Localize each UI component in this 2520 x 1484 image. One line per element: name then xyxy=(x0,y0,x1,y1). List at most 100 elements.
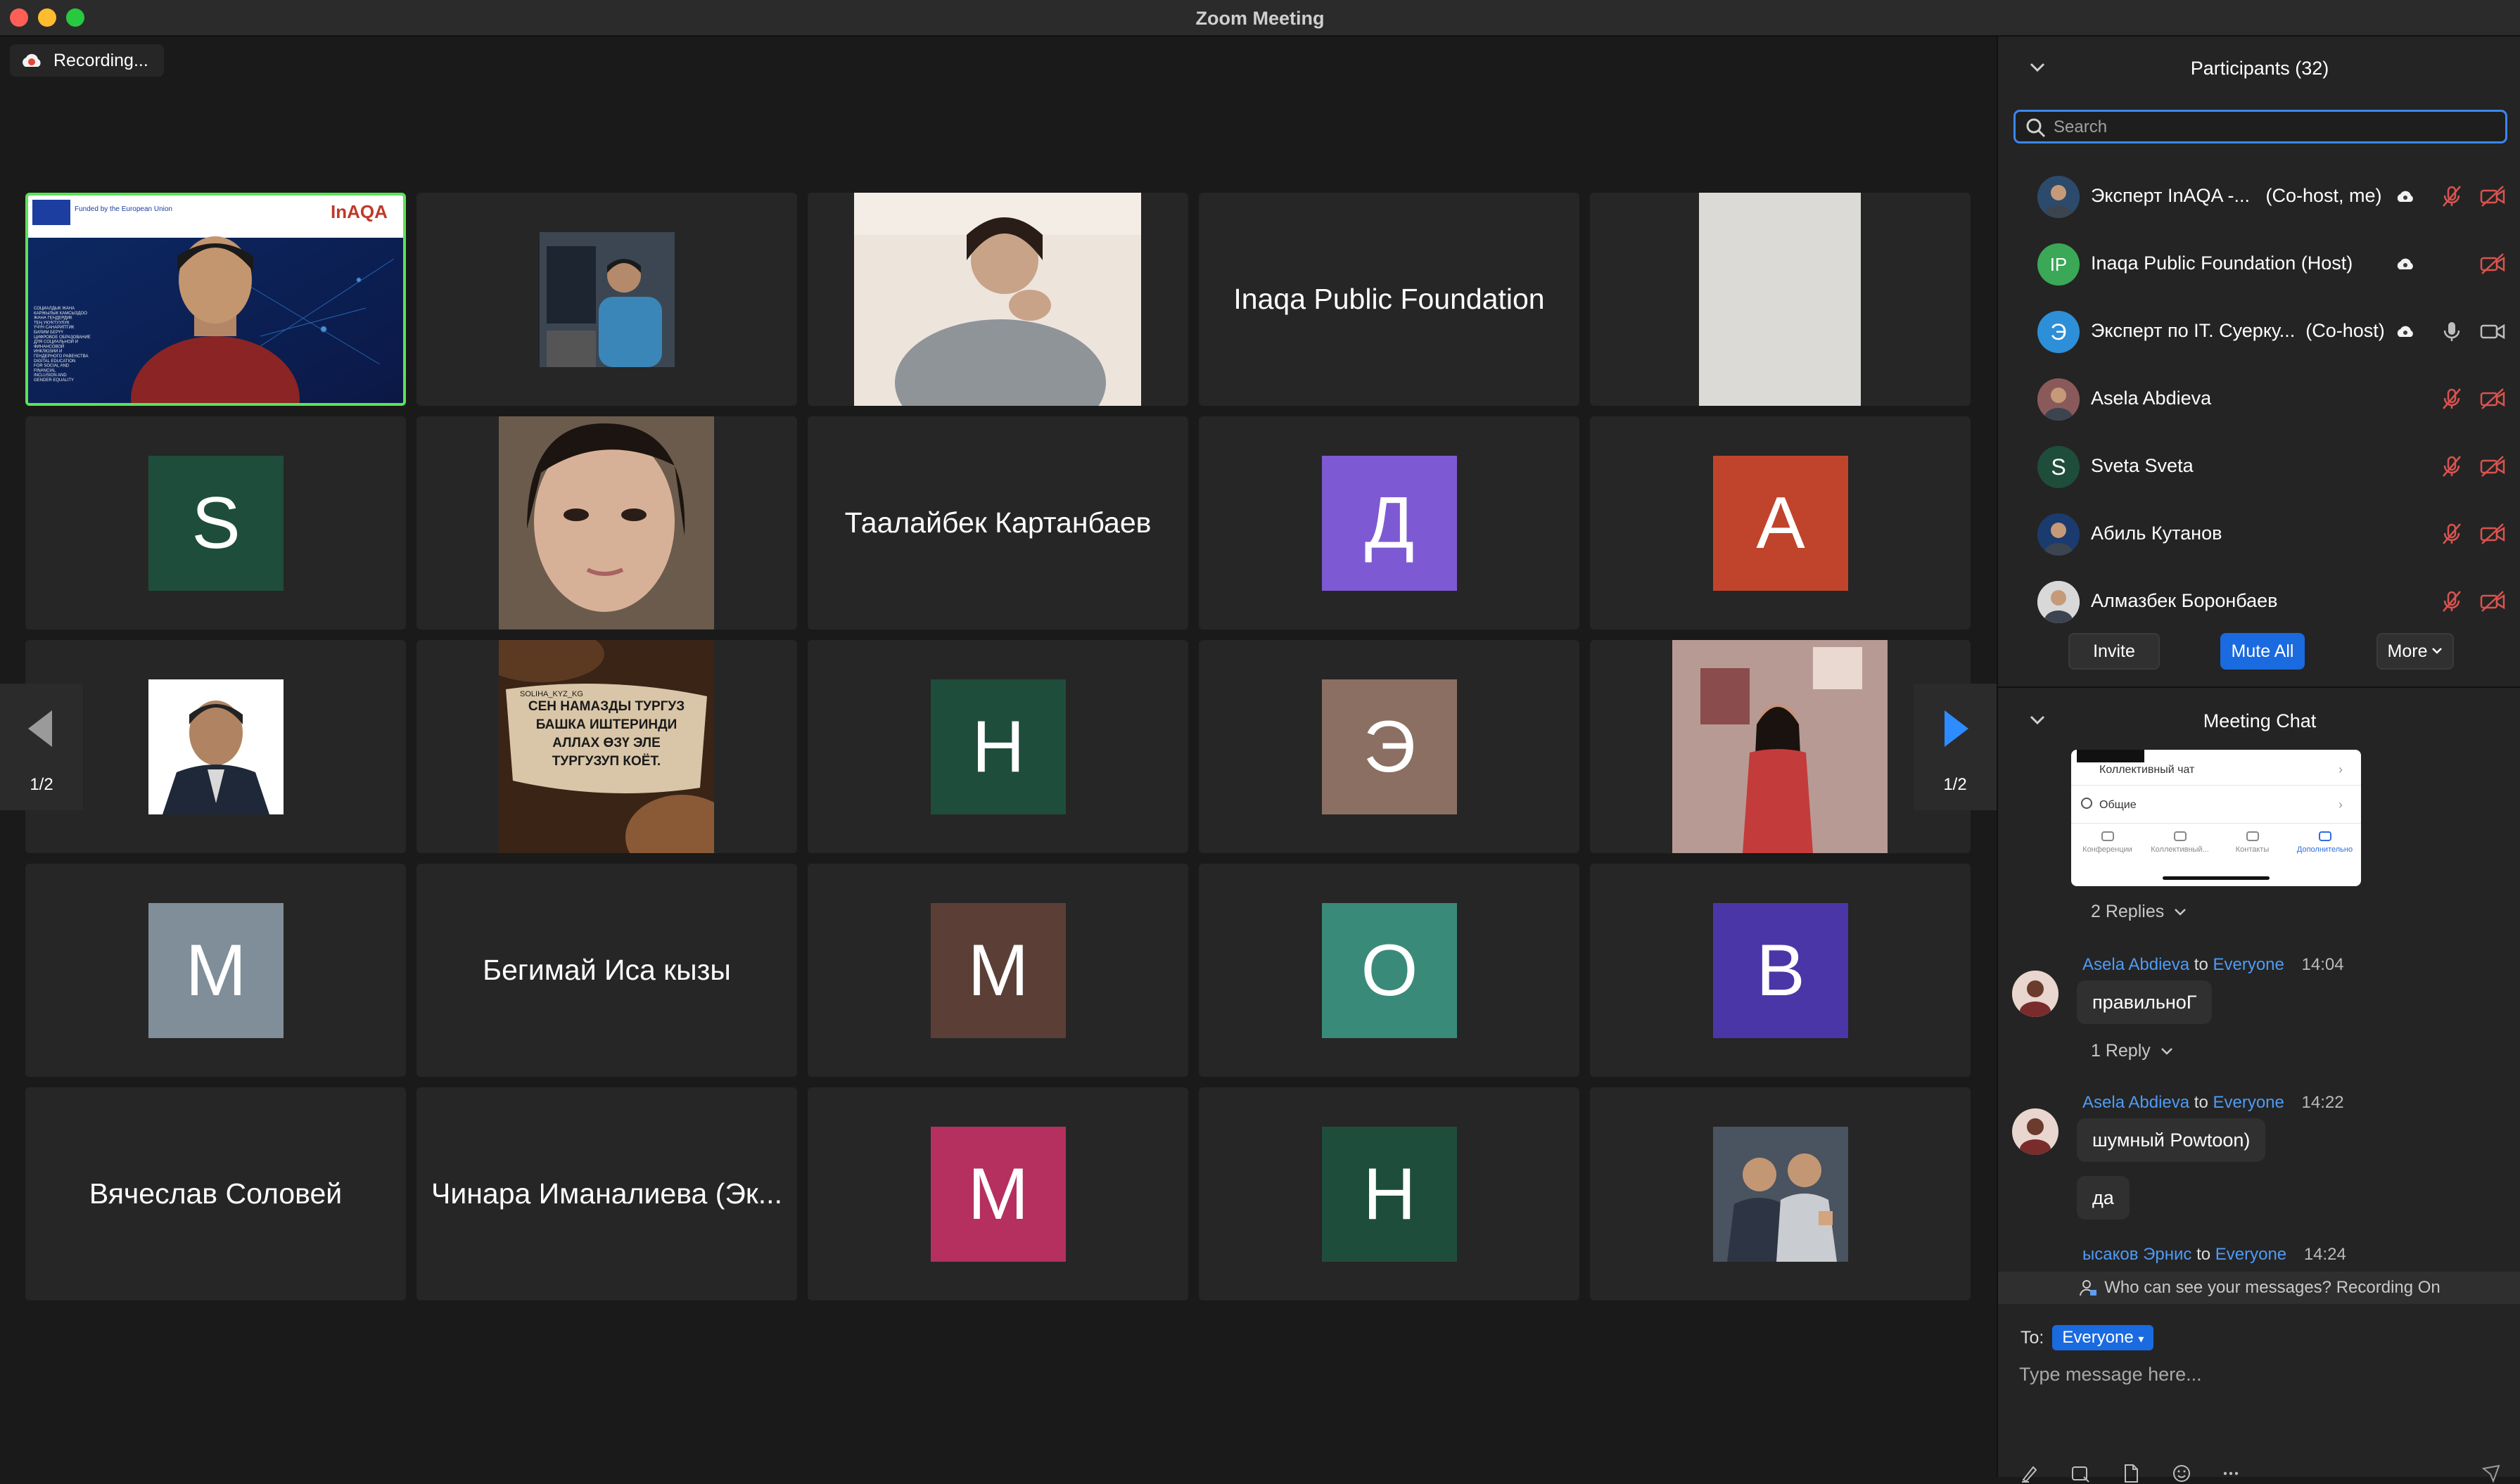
participant-tile[interactable]: А xyxy=(1590,416,1971,629)
participant-row[interactable]: Алмазбек Боронбаев xyxy=(1998,568,2520,636)
mic-muted-icon[interactable] xyxy=(2440,454,2464,482)
thread-replies-toggle[interactable]: 1 Reply xyxy=(2091,1041,2173,1061)
participant-initial-avatar: О xyxy=(1322,903,1457,1038)
participant-name: Абиль Кутанов xyxy=(2091,523,2222,544)
chevron-down-icon xyxy=(2432,648,2443,654)
participant-name: Эксперт InAQA -... (Co-host, me) xyxy=(2091,185,2382,206)
chat-avatar-asela[interactable] xyxy=(2012,971,2058,1017)
participant-row[interactable]: Э Эксперт по IT. Суерку... (Co-host) xyxy=(1998,298,2520,366)
mic-muted-icon[interactable] xyxy=(2440,387,2464,414)
screenshot-icon[interactable] xyxy=(2070,1463,2091,1484)
participant-tile-name: Inaqa Public Foundation xyxy=(1233,283,1545,315)
message-bubble[interactable]: шумный Powtoon) xyxy=(2077,1118,2266,1162)
participant-row[interactable]: Эксперт InAQA -... (Co-host, me) xyxy=(1998,163,2520,231)
participant-tile[interactable]: S xyxy=(25,416,406,629)
participant-tile[interactable] xyxy=(1590,193,1971,406)
caret-down-icon: ▾ xyxy=(2138,1333,2144,1345)
participant-tile[interactable]: О xyxy=(1199,864,1579,1077)
video-gallery: Funded by the European Union InAQA СОЦИАЛД… xyxy=(25,193,1974,1300)
slide-text: GENDER EQUALITY xyxy=(34,378,74,383)
participant-tile[interactable] xyxy=(1590,1087,1971,1300)
participant-tile[interactable]: Таалайбек Картанбаев xyxy=(808,416,1188,629)
mic-icon[interactable] xyxy=(2440,319,2464,347)
next-page-button[interactable]: 1/2 xyxy=(1914,684,1997,810)
file-icon[interactable] xyxy=(2120,1463,2142,1484)
chat-avatar-asela[interactable] xyxy=(2012,1108,2058,1155)
participant-tile[interactable]: В xyxy=(1590,864,1971,1077)
message-sender[interactable]: ыcaков Эрнис xyxy=(2082,1245,2191,1264)
privacy-text: Who can see your messages? Recording On xyxy=(2104,1278,2441,1297)
participant-tile[interactable]: Э xyxy=(1199,640,1579,853)
message-time: 14:22 xyxy=(2301,1093,2344,1112)
message-time: 14:04 xyxy=(2301,955,2344,974)
participant-initial-avatar: Э xyxy=(1322,679,1457,814)
emoji-icon[interactable] xyxy=(2171,1463,2192,1484)
chat-privacy-notice[interactable]: Who can see your messages? Recording On xyxy=(1998,1272,2520,1304)
participant-initial-avatar: М xyxy=(148,903,284,1038)
more-options-icon[interactable] xyxy=(2220,1463,2241,1484)
mic-muted-icon[interactable] xyxy=(2440,589,2464,617)
message-to-word: to xyxy=(2194,955,2208,974)
participant-tile[interactable] xyxy=(808,193,1188,406)
message-bubble[interactable]: да xyxy=(2077,1176,2130,1220)
participant-tile[interactable] xyxy=(416,193,797,406)
video-icon[interactable] xyxy=(2479,319,2506,347)
participant-row[interactable]: S Sveta Sveta xyxy=(1998,433,2520,501)
quote-caption: SOLIHA_KYZ_KG xyxy=(520,690,583,698)
thread-replies-toggle[interactable]: 2 Replies xyxy=(2091,902,2187,922)
participant-tile[interactable]: Н xyxy=(808,640,1188,853)
quote-line: ТУРГУЗУП КОЁТ. xyxy=(552,754,661,769)
image-redaction-bar xyxy=(2077,750,2144,762)
participant-avatar: IP xyxy=(2037,243,2080,286)
participant-tile[interactable]: Чинара Иманалиева (Эк... xyxy=(416,1087,797,1300)
participant-tile[interactable]: Inaqa Public Foundation xyxy=(1199,193,1579,406)
chevron-down-icon xyxy=(2175,908,2187,916)
chat-shared-image[interactable]: Коллективный чат › Общие › Конференции Ко… xyxy=(2071,750,2361,886)
message-bubble[interactable]: правильноГ xyxy=(2077,980,2213,1024)
more-button[interactable]: More xyxy=(2376,633,2454,670)
video-off-icon[interactable] xyxy=(2479,589,2506,617)
participant-tile[interactable]: М xyxy=(808,864,1188,1077)
participant-tile[interactable]: Бегимай Иса кызы xyxy=(416,864,797,1077)
active-speaker-tile[interactable]: Funded by the European Union InAQA СОЦИАЛД… xyxy=(25,193,406,406)
invite-button[interactable]: Invite xyxy=(2068,633,2160,670)
participant-tile[interactable] xyxy=(416,416,797,629)
participant-tile[interactable]: М xyxy=(808,1087,1188,1300)
participant-row[interactable]: Asela Abdieva xyxy=(1998,366,2520,433)
video-off-icon[interactable] xyxy=(2479,522,2506,549)
participant-name: Inaqa Public Foundation (Host) xyxy=(2091,252,2353,274)
send-icon[interactable] xyxy=(2481,1463,2502,1484)
format-text-icon[interactable] xyxy=(2019,1463,2040,1484)
participant-initial-avatar: А xyxy=(1713,456,1848,591)
participant-tile[interactable]: Вячеслав Соловей xyxy=(25,1087,406,1300)
speaker-video-feed: Funded by the European Union InAQA СОЦИАЛД… xyxy=(28,196,403,403)
video-off-icon[interactable] xyxy=(2479,387,2506,414)
video-off-icon[interactable] xyxy=(2479,252,2506,279)
arrow-left-icon xyxy=(28,710,52,747)
page-indicator-right: 1/2 xyxy=(1943,775,1967,794)
participant-row[interactable]: Абиль Кутанов xyxy=(1998,501,2520,568)
mic-muted-icon[interactable] xyxy=(2440,522,2464,549)
participant-search[interactable] xyxy=(2013,110,2507,143)
mic-muted-icon[interactable] xyxy=(2440,184,2464,212)
search-input[interactable] xyxy=(2054,116,2490,139)
recording-indicator[interactable]: Recording... xyxy=(10,44,164,77)
participant-tile[interactable]: SOLIHA_KYZ_KG СЕН НАМАЗДЫ ТУРГУЗ БАШКА ИШТ… xyxy=(416,640,797,853)
message-sender[interactable]: Asela Abdieva xyxy=(2082,955,2189,974)
participant-name: Эксперт по IT. Суерку... (Co-host) xyxy=(2091,320,2385,341)
participant-initial-avatar: S xyxy=(148,456,284,591)
participant-photo xyxy=(1672,640,1888,853)
mute-all-button[interactable]: Mute All xyxy=(2220,633,2305,670)
message-sender[interactable]: Asela Abdieva xyxy=(2082,1093,2189,1112)
participant-tile[interactable]: Н xyxy=(1199,1087,1579,1300)
cloud-recording-icon xyxy=(2395,324,2416,343)
previous-page-button[interactable]: 1/2 xyxy=(0,684,83,810)
participant-tile[interactable]: М xyxy=(25,864,406,1077)
participant-tile[interactable]: Д xyxy=(1199,416,1579,629)
participant-photo xyxy=(148,679,284,814)
recipient-select[interactable]: Everyone ▾ xyxy=(2052,1325,2154,1350)
participant-row[interactable]: IP Inaqa Public Foundation (Host) xyxy=(1998,231,2520,298)
chat-message-input[interactable] xyxy=(2019,1353,2505,1395)
video-off-icon[interactable] xyxy=(2479,454,2506,482)
video-off-icon[interactable] xyxy=(2479,184,2506,212)
